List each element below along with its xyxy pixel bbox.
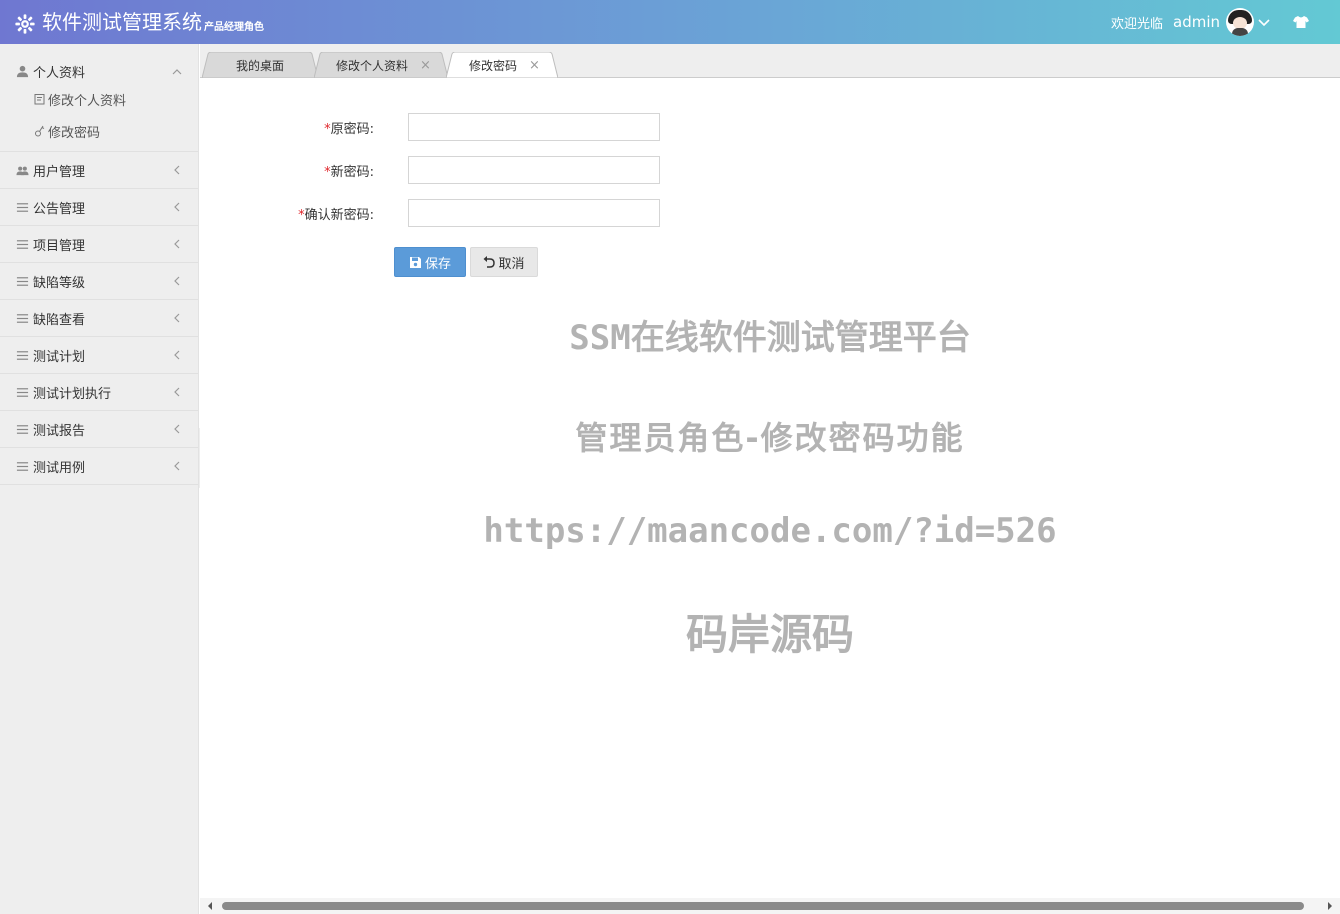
new-password-input[interactable]: [408, 156, 660, 184]
confirm-password-input[interactable]: [408, 199, 660, 227]
sidebar-subitem-label: 修改密码: [48, 125, 101, 141]
tab-bar: 我的桌面 修改个人资料 × 修改密码 ×: [200, 44, 1340, 78]
shirt-icon[interactable]: [1292, 13, 1310, 31]
chevron-left-icon: [174, 424, 180, 434]
list-icon: [16, 461, 29, 471]
sidebar-item-label: 用户管理: [33, 164, 86, 180]
close-icon[interactable]: ×: [529, 58, 540, 73]
tab-change-password[interactable]: 修改密码 ×: [446, 52, 558, 78]
horizontal-scrollbar[interactable]: [200, 898, 1340, 914]
chevron-left-icon: [174, 350, 180, 360]
chevron-left-icon: [174, 276, 180, 286]
sidebar-item-test-reports[interactable]: 测试报告: [0, 411, 198, 448]
confirm-password-label: *确认新密码:: [298, 207, 374, 223]
chevron-left-icon: [174, 461, 180, 471]
sidebar-item-projects[interactable]: 项目管理: [0, 226, 198, 263]
list-icon: [16, 313, 29, 323]
chevron-left-icon: [174, 202, 180, 212]
tab-edit-profile[interactable]: 修改个人资料 ×: [314, 52, 448, 78]
chevron-left-icon: [174, 165, 180, 175]
sidebar: 个人资料 修改个人资料 修改密码 用户管理 公告管理 项目管理 缺陷等级 缺陷查…: [0, 44, 199, 914]
brand: 软件测试管理系统 产品经理角色: [14, 9, 264, 35]
sidebar-item-label: 个人资料: [33, 66, 86, 81]
username[interactable]: admin: [1173, 13, 1220, 31]
sidebar-item-label: 缺陷等级: [33, 275, 86, 291]
old-password-row: *原密码:: [200, 113, 374, 141]
sidebar-item-label: 测试用例: [33, 460, 86, 476]
welcome-text: 欢迎光临: [1110, 16, 1163, 32]
sidebar-item-announcements[interactable]: 公告管理: [0, 189, 198, 226]
users-icon: [16, 166, 29, 175]
avatar[interactable]: [1226, 8, 1254, 36]
list-icon: [16, 202, 29, 212]
save-button[interactable]: 保存: [394, 247, 466, 277]
watermark-line-1: SSM在线软件测试管理平台: [569, 318, 971, 358]
sidebar-item-defect-view[interactable]: 缺陷查看: [0, 300, 198, 337]
user-icon: [16, 65, 29, 78]
tab-label: 修改个人资料: [336, 58, 409, 73]
top-header: 软件测试管理系统 产品经理角色 欢迎光临 admin: [0, 0, 1340, 44]
tab-my-desktop[interactable]: 我的桌面: [202, 52, 318, 78]
watermark-line-3: https://maancode.com/?id=526: [483, 511, 1057, 551]
save-icon: [409, 256, 421, 268]
key-icon: [35, 125, 45, 137]
user-area: 欢迎光临 admin: [1111, 0, 1340, 44]
chevron-up-icon: [172, 68, 182, 74]
sidebar-item-label: 公告管理: [33, 201, 86, 217]
sidebar-item-label: 测试报告: [33, 423, 86, 439]
list-icon: [16, 350, 29, 360]
tab-label: 修改密码: [469, 58, 518, 73]
cancel-label: 取消: [498, 256, 525, 272]
sidebar-item-label: 测试计划执行: [33, 386, 112, 402]
old-password-label: *原密码:: [324, 121, 374, 137]
old-password-input[interactable]: [408, 113, 660, 141]
gear-icon: [15, 14, 35, 34]
sidebar-item-test-plans[interactable]: 测试计划: [0, 337, 198, 374]
chevron-left-icon: [174, 387, 180, 397]
sidebar-item-label: 缺陷查看: [33, 312, 86, 328]
sidebar-item-label: 测试计划: [33, 349, 86, 365]
save-label: 保存: [424, 256, 451, 272]
role-subtitle: 产品经理角色: [204, 22, 264, 33]
app-title: 软件测试管理系统: [42, 10, 202, 34]
tab-label: 我的桌面: [235, 58, 284, 73]
scroll-left-icon[interactable]: [206, 901, 214, 911]
sidebar-item-profile[interactable]: 个人资料: [0, 44, 198, 99]
list-icon: [16, 239, 29, 249]
list-icon: [16, 424, 29, 434]
new-password-row: *新密码:: [200, 156, 374, 184]
watermark-line-4: 码岸源码: [685, 610, 854, 659]
chevron-left-icon: [174, 239, 180, 249]
sidebar-item-test-cases[interactable]: 测试用例: [0, 448, 198, 485]
scrollbar-thumb[interactable]: [222, 902, 1304, 910]
close-icon[interactable]: ×: [420, 58, 431, 73]
sidebar-item-users[interactable]: 用户管理: [0, 152, 198, 189]
undo-icon: [483, 256, 496, 268]
main-content: *原密码: *新密码: *确认新密码: 保存 取消 SSM在线软件测试管理平台 …: [200, 78, 1340, 900]
chevron-left-icon: [174, 313, 180, 323]
chevron-down-icon[interactable]: [1256, 14, 1272, 30]
sidebar-subitem-change-password[interactable]: 修改密码: [0, 115, 198, 147]
confirm-password-row: *确认新密码:: [200, 199, 374, 227]
scroll-right-icon[interactable]: [1326, 901, 1334, 911]
list-icon: [16, 387, 29, 397]
new-password-label: *新密码:: [324, 164, 374, 180]
list-icon: [16, 276, 29, 286]
cancel-button[interactable]: 取消: [470, 247, 538, 277]
watermark-line-2: 管理员角色-修改密码功能: [575, 419, 965, 457]
sidebar-item-test-plan-execution[interactable]: 测试计划执行: [0, 374, 198, 411]
sidebar-item-defect-levels[interactable]: 缺陷等级: [0, 263, 198, 300]
sidebar-item-label: 项目管理: [33, 238, 86, 254]
